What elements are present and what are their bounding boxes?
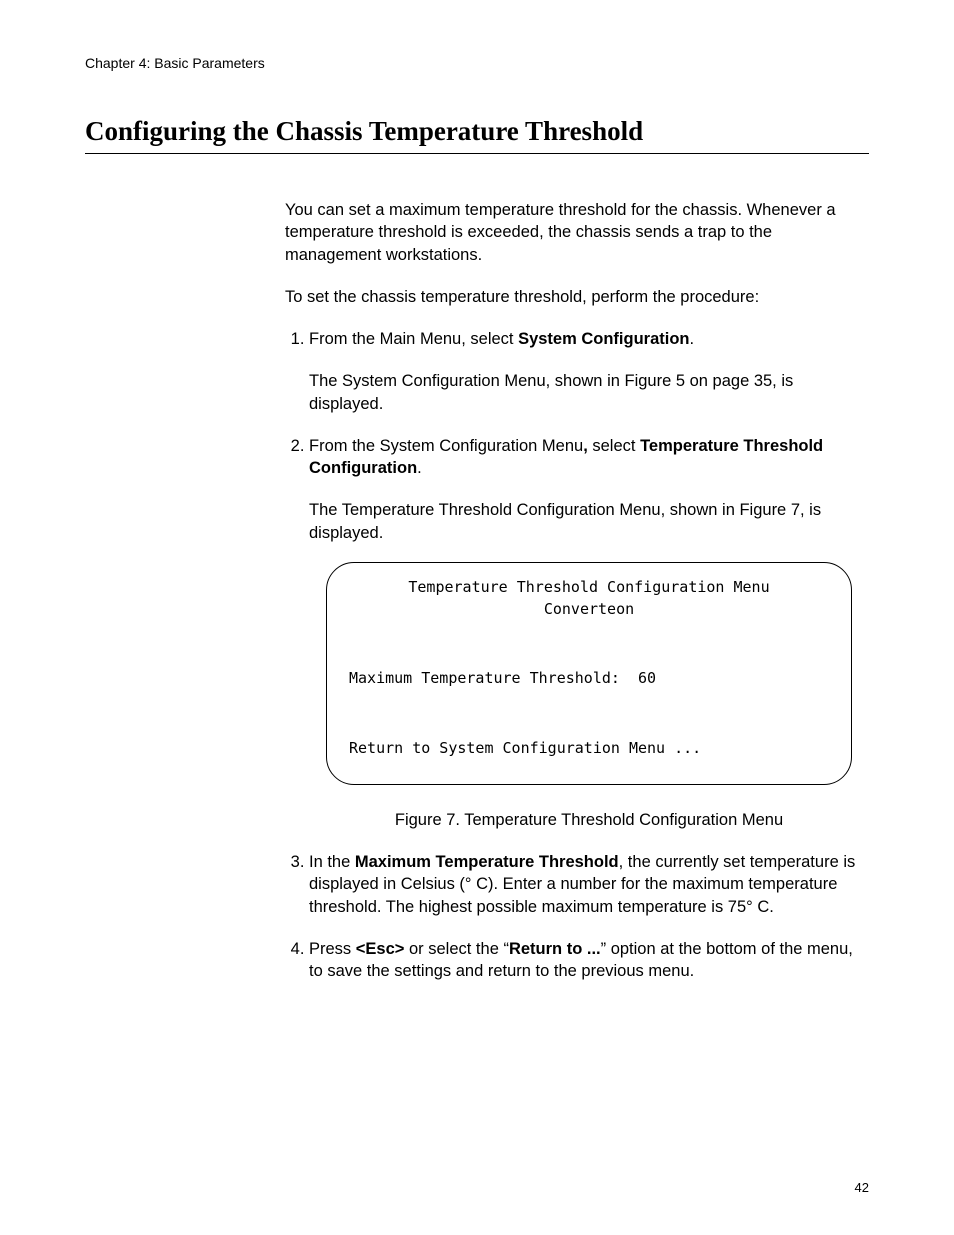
step-3-pre: In the xyxy=(309,853,355,871)
terminal-menu-box: Temperature Threshold Configuration Menu… xyxy=(326,562,852,785)
step-2-mid: select xyxy=(588,437,640,455)
step-2: From the System Configuration Menu, sele… xyxy=(309,435,869,831)
menu-max-temp-line: Maximum Temperature Threshold: 60 xyxy=(349,668,829,690)
step-1-text-post: . xyxy=(690,330,695,348)
menu-spacer xyxy=(349,620,829,668)
page-number: 42 xyxy=(855,1180,869,1195)
step-4-esc: <Esc> xyxy=(356,940,405,958)
step-4-mid1: or select the “ xyxy=(404,940,509,958)
intro-paragraph-2: To set the chassis temperature threshold… xyxy=(285,286,869,308)
body-column: You can set a maximum temperature thresh… xyxy=(285,199,869,983)
step-4-return: Return to ... xyxy=(509,940,601,958)
step-3-bold: Maximum Temperature Threshold xyxy=(355,853,619,871)
figure-caption: Figure 7. Temperature Threshold Configur… xyxy=(309,809,869,831)
menu-subtitle: Converteon xyxy=(349,599,829,621)
step-1: From the Main Menu, select System Config… xyxy=(309,328,869,415)
section-title: Configuring the Chassis Temperature Thre… xyxy=(85,116,869,154)
step-4-pre: Press xyxy=(309,940,356,958)
procedure-list: From the Main Menu, select System Config… xyxy=(285,328,869,982)
step-4: Press <Esc> or select the “Return to ...… xyxy=(309,938,869,983)
step-3: In the Maximum Temperature Threshold, th… xyxy=(309,851,869,918)
menu-title: Temperature Threshold Configuration Menu xyxy=(349,577,829,599)
step-2-body: The Temperature Threshold Configuration … xyxy=(309,499,869,544)
menu-return-line: Return to System Configuration Menu ... xyxy=(349,738,829,760)
intro-paragraph-1: You can set a maximum temperature thresh… xyxy=(285,199,869,266)
step-2-text-post: . xyxy=(417,459,422,477)
step-1-text-pre: From the Main Menu, select xyxy=(309,330,518,348)
menu-spacer xyxy=(349,690,829,738)
chapter-header: Chapter 4: Basic Parameters xyxy=(85,55,869,71)
step-1-body: The System Configuration Menu, shown in … xyxy=(309,370,869,415)
step-2-text-pre: From the System Configuration Menu xyxy=(309,437,583,455)
page-container: Chapter 4: Basic Parameters Configuring … xyxy=(0,0,954,1235)
step-1-bold: System Configuration xyxy=(518,330,689,348)
